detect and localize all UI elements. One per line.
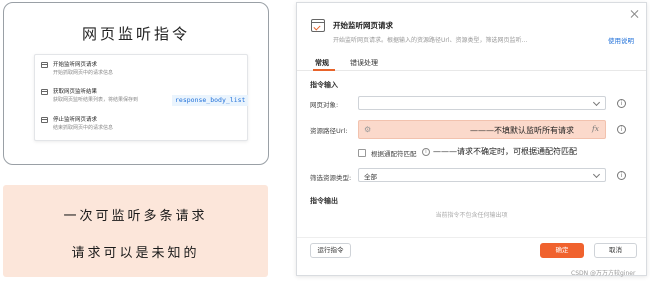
variable-icon: ⚙ <box>364 125 372 134</box>
wildcard-checkbox[interactable] <box>358 149 366 157</box>
info-icon[interactable]: i <box>422 148 430 156</box>
info-icon[interactable]: i <box>617 171 626 180</box>
command-item-name: 开始监听网页请求 <box>53 62 98 68</box>
wildcard-annotation: ———请求不确定时，可根据通配符匹配 <box>433 147 577 156</box>
page-object-select[interactable] <box>358 96 606 110</box>
note-box: 一次可监听多条请求 请求可以是未知的 <box>3 185 268 277</box>
command-card-title: 网页监听指令 <box>81 25 190 43</box>
resource-path-label: 资源路径Url: <box>310 127 348 135</box>
command-item-desc: 获取网页监听结果列表，将结果保存到 <box>53 97 139 103</box>
output-variable-tag: response_body_list <box>172 95 249 106</box>
command-icon <box>41 89 48 95</box>
page-object-label: 网页对象: <box>310 101 339 109</box>
filter-type-select[interactable]: 全部 <box>358 168 606 182</box>
close-icon[interactable] <box>630 9 640 19</box>
command-icon <box>41 62 48 68</box>
tab-error-handling[interactable]: 错误处理 <box>350 58 378 68</box>
command-item-desc: 开始抓取网页中的请求信息 <box>53 70 114 76</box>
section-output-title: 指令输出 <box>310 197 338 205</box>
info-icon[interactable]: i <box>617 125 626 134</box>
dialog-footer-divider <box>297 237 646 238</box>
tab-bar: 常规 错误处理 <box>297 53 646 71</box>
note-line-2: 请求可以是未知的 <box>71 246 200 261</box>
command-settings-dialog: 开始监听网页请求 开始监听网页请求。根据输入的资源路径Url、资源类型，筛选网页… <box>296 2 647 276</box>
command-list: 开始监听网页请求 开始抓取网页中的请求信息 获取网页监听结果 获取网页监听结果列… <box>34 54 249 141</box>
command-icon <box>311 19 325 32</box>
filter-type-label: 筛选资源类型: <box>310 174 352 182</box>
wildcard-label: 根据通配符匹配 <box>371 150 417 158</box>
help-link[interactable]: 使用说明 <box>608 35 634 45</box>
command-item-desc: 结束抓取网页中的请求信息 <box>53 125 114 131</box>
ok-button[interactable]: 确定 <box>540 243 584 258</box>
tab-general[interactable]: 常规 <box>315 58 329 68</box>
info-icon[interactable]: i <box>617 99 626 108</box>
output-empty-text: 当前指令不包含任何输出项 <box>435 212 508 219</box>
command-icon <box>41 117 48 123</box>
dialog-title: 开始监听网页请求 <box>333 21 393 30</box>
cancel-button[interactable]: 取消 <box>594 243 637 258</box>
filter-type-value: 全部 <box>364 173 377 181</box>
chevron-down-icon <box>592 98 601 107</box>
command-card: 网页监听指令 开始监听网页请求 开始抓取网页中的请求信息 获取网页监听结果 获取… <box>3 2 269 165</box>
command-item-name: 停止监听网页请求 <box>53 117 98 123</box>
resource-path-annotation: ———不填默认监听所有请求 <box>470 126 574 135</box>
fx-button[interactable]: fx <box>592 124 599 133</box>
resource-path-input[interactable]: ⚙ ———不填默认监听所有请求 fx <box>358 120 606 139</box>
command-item-name: 获取网页监听结果 <box>53 89 98 95</box>
watermark: CSDN @万万方较giner <box>571 270 636 277</box>
section-input-title: 指令输入 <box>310 81 338 89</box>
active-tab-indicator <box>313 69 335 71</box>
dialog-subtitle: 开始监听网页请求。根据输入的资源路径Url、资源类型，筛选网页监听... <box>333 37 528 44</box>
note-line-1: 一次可监听多条请求 <box>63 209 208 224</box>
run-command-button[interactable]: 运行指令 <box>310 243 351 258</box>
chevron-down-icon <box>592 170 601 179</box>
